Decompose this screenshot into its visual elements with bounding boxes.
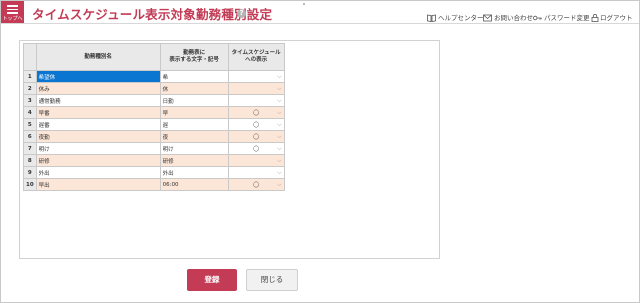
chevron-down-icon: ⌵ <box>277 85 282 92</box>
table-row[interactable]: 7 明け 明け ◯ ⌵ <box>23 142 285 155</box>
work-type-name[interactable]: 通常勤務 <box>35 94 161 107</box>
row-number: 10 <box>23 178 37 191</box>
header-display: 勤務表に 表示する文字・記号 <box>159 43 229 71</box>
ts-display-select[interactable]: ⌵ <box>227 154 285 167</box>
work-type-table: 勤務種別名 勤務表に 表示する文字・記号 タイムスケジュール への表示 1 希望… <box>23 43 285 191</box>
ts-display-select[interactable]: ⌵ <box>227 94 285 107</box>
header-timeschedule: タイムスケジュール への表示 <box>227 43 285 71</box>
display-symbol[interactable]: 外出 <box>159 166 229 179</box>
ts-value: ◯ <box>253 133 260 140</box>
book-icon <box>427 14 436 22</box>
help-icon[interactable]: ? <box>237 9 246 18</box>
chevron-down-icon: ⌵ <box>277 109 282 116</box>
close-button[interactable]: 閉じる <box>246 269 298 291</box>
top-bar: トップへ タイムスケジュール表示対象勤務種別設定 ? ヘルプセンター お問い合わ… <box>1 1 639 24</box>
chevron-down-icon: ⌵ <box>277 121 282 128</box>
row-number: 5 <box>23 118 37 131</box>
work-type-name[interactable]: 希望休 <box>35 70 161 83</box>
divider-dot <box>303 3 305 5</box>
ts-display-select[interactable]: ◯ ⌵ <box>227 118 285 131</box>
row-number: 3 <box>23 94 37 107</box>
work-type-name[interactable]: 夜勤 <box>35 130 161 143</box>
app-frame: トップへ タイムスケジュール表示対象勤務種別設定 ? ヘルプセンター お問い合わ… <box>0 0 640 303</box>
chevron-down-icon: ⌵ <box>277 97 282 104</box>
table-row[interactable]: 10 早出 06:00 ◯ ⌵ <box>23 178 285 191</box>
password-change-label: パスワード変更 <box>544 14 590 22</box>
display-symbol[interactable]: 明け <box>159 142 229 155</box>
table-row[interactable]: 6 夜勤 夜 ◯ ⌵ <box>23 130 285 143</box>
row-number: 6 <box>23 130 37 143</box>
work-type-name[interactable]: 早番 <box>35 106 161 119</box>
table-row[interactable]: 8 研修 研修 ⌵ <box>23 154 285 167</box>
display-symbol[interactable]: 研修 <box>159 154 229 167</box>
lock-icon <box>591 14 599 22</box>
row-number: 9 <box>23 166 37 179</box>
row-number: 1 <box>23 70 37 83</box>
row-number: 4 <box>23 106 37 119</box>
help-center-label: ヘルプセンター <box>438 14 484 22</box>
ts-display-select[interactable]: ◯ ⌵ <box>227 142 285 155</box>
work-type-name[interactable]: 早出 <box>35 178 161 191</box>
ts-display-select[interactable]: ◯ ⌵ <box>227 178 285 191</box>
header-ts-line1: タイムスケジュール <box>231 50 281 56</box>
header-num <box>23 43 37 71</box>
hamburger-icon <box>7 5 18 16</box>
display-symbol[interactable]: 06:00 <box>159 178 229 191</box>
table-row[interactable]: 5 遅番 遅 ◯ ⌵ <box>23 118 285 131</box>
table-row[interactable]: 1 希望休 希 ⌵ <box>23 70 285 83</box>
display-symbol[interactable]: 希 <box>159 70 229 83</box>
register-button[interactable]: 登録 <box>187 269 237 291</box>
ts-display-select[interactable]: ⌵ <box>227 82 285 95</box>
work-type-name[interactable]: 研修 <box>35 154 161 167</box>
ts-display-select[interactable]: ⌵ <box>227 166 285 179</box>
ts-value: ◯ <box>253 181 260 188</box>
table-row[interactable]: 3 通常勤務 日勤 ⌵ <box>23 94 285 107</box>
header-ts-line2: への表示 <box>245 57 268 63</box>
chevron-down-icon: ⌵ <box>277 181 282 188</box>
header-display-line1: 勤務表に <box>183 50 206 56</box>
table-header-row: 勤務種別名 勤務表に 表示する文字・記号 タイムスケジュール への表示 <box>23 43 285 71</box>
chevron-down-icon: ⌵ <box>277 157 282 164</box>
work-type-name[interactable]: 外出 <box>35 166 161 179</box>
contact-label: お問い合わせ <box>494 14 533 22</box>
chevron-down-icon: ⌵ <box>277 73 282 80</box>
chevron-down-icon: ⌵ <box>277 133 282 140</box>
ts-value: ◯ <box>253 121 260 128</box>
row-number: 2 <box>23 82 37 95</box>
table-row[interactable]: 2 休み 休 ⌵ <box>23 82 285 95</box>
display-symbol[interactable]: 休 <box>159 82 229 95</box>
table-row[interactable]: 4 早番 早 ◯ ⌵ <box>23 106 285 119</box>
ts-display-select[interactable]: ◯ ⌵ <box>227 106 285 119</box>
row-number: 7 <box>23 142 37 155</box>
display-symbol[interactable]: 日勤 <box>159 94 229 107</box>
work-type-name[interactable]: 遅番 <box>35 118 161 131</box>
logout-label: ログアウト <box>600 14 633 22</box>
display-symbol[interactable]: 早 <box>159 106 229 119</box>
header-display-line2: 表示する文字・記号 <box>169 57 219 63</box>
ts-value: ◯ <box>253 109 260 116</box>
ts-display-select[interactable]: ⌵ <box>227 70 285 83</box>
menu-button[interactable]: トップへ <box>1 1 24 23</box>
header-name: 勤務種別名 <box>35 43 161 71</box>
chevron-down-icon: ⌵ <box>277 169 282 176</box>
key-icon <box>533 15 542 21</box>
mail-icon <box>483 14 492 22</box>
row-number: 8 <box>23 154 37 167</box>
work-type-name[interactable]: 休み <box>35 82 161 95</box>
display-symbol[interactable]: 遅 <box>159 118 229 131</box>
ts-value: ◯ <box>253 145 260 152</box>
content-panel: 勤務種別名 勤務表に 表示する文字・記号 タイムスケジュール への表示 1 希望… <box>19 40 440 259</box>
work-type-name[interactable]: 明け <box>35 142 161 155</box>
menu-label: トップへ <box>2 16 23 22</box>
display-symbol[interactable]: 夜 <box>159 130 229 143</box>
chevron-down-icon: ⌵ <box>277 145 282 152</box>
table-row[interactable]: 9 外出 外出 ⌵ <box>23 166 285 179</box>
ts-display-select[interactable]: ◯ ⌵ <box>227 130 285 143</box>
